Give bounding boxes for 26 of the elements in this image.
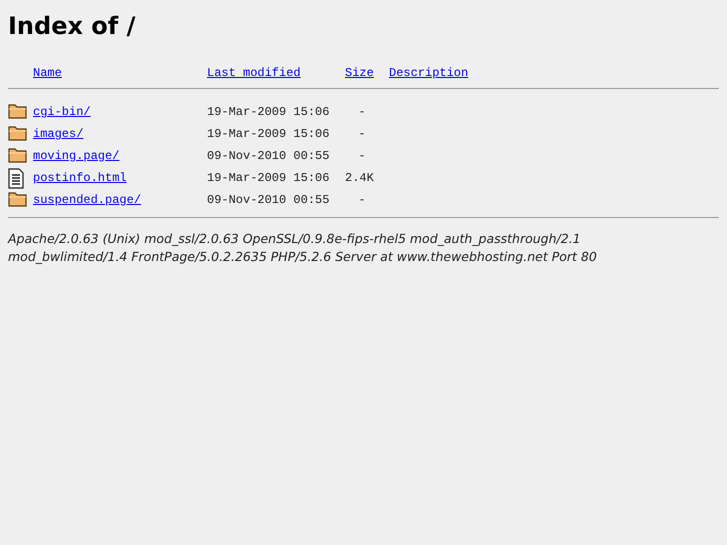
folder-icon (8, 102, 28, 120)
modified-date: 19-Mar-2009 15:06 (207, 127, 330, 141)
modified-date: 09-Nov-2010 00:55 (207, 149, 330, 163)
file-link[interactable]: postinfo.html (33, 171, 127, 185)
file-size: - (358, 193, 366, 207)
modified-date: 19-Mar-2009 15:06 (207, 171, 330, 185)
file-link[interactable]: images/ (33, 127, 84, 141)
column-header-link[interactable]: Name (33, 66, 62, 80)
modified-date: 09-Nov-2010 00:55 (207, 193, 330, 207)
file-size: - (358, 149, 366, 163)
page-title: Index of / (8, 12, 136, 40)
column-header-link[interactable]: Description (389, 66, 468, 80)
column-header-link[interactable]: Last modified (207, 66, 301, 80)
file-size: - (358, 127, 366, 141)
file-link[interactable]: cgi-bin/ (33, 105, 91, 119)
column-header-link[interactable]: Size (345, 66, 374, 80)
document-icon (8, 168, 24, 188)
file-link[interactable]: moving.page/ (33, 149, 120, 163)
folder-icon (8, 146, 28, 164)
modified-date: 19-Mar-2009 15:06 (207, 105, 330, 119)
file-size: 2.4K (345, 171, 374, 185)
file-link[interactable]: suspended.page/ (33, 193, 142, 207)
folder-icon (8, 124, 28, 142)
file-size: - (358, 105, 366, 119)
server-signature: Apache/2.0.63 (Unix) mod_ssl/2.0.63 OpenSSL/0.9.8e-fips-rhel5 mod_auth_passthrough/2.1 mod_bwlimited/1.4 FrontPage/5.0.2.2635 PHP/5.2.6 Server at www.thewebhosting.net Port 80 (8, 230, 598, 266)
folder-icon (8, 190, 28, 208)
